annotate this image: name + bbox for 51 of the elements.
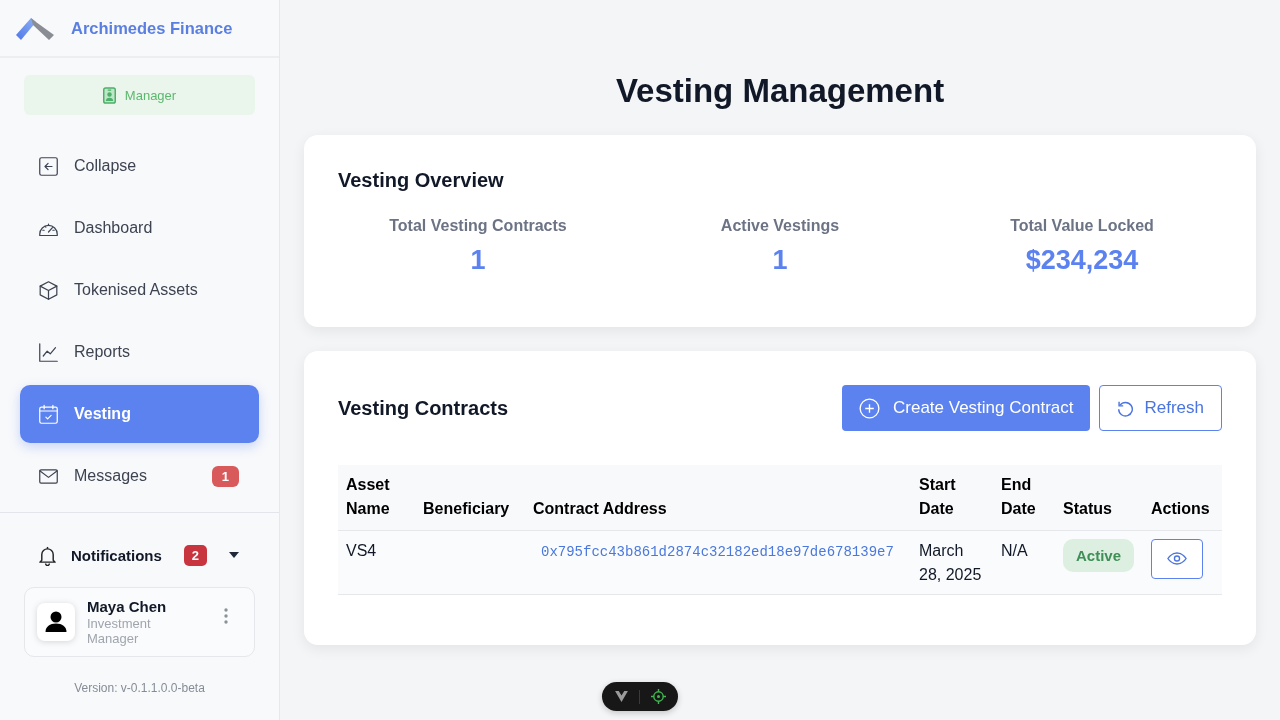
id-card-icon bbox=[102, 86, 116, 104]
nav-item[interactable]: Tokenised Assets bbox=[20, 261, 259, 319]
column-header: Contract Address bbox=[525, 465, 911, 530]
card-title: Vesting Contracts bbox=[338, 396, 509, 420]
plus-circle-icon bbox=[859, 397, 880, 419]
user-name: Maya Chen bbox=[87, 598, 168, 615]
chevron-logo-icon bbox=[16, 15, 54, 40]
line-chart-icon bbox=[38, 341, 59, 363]
count-badge: 2 bbox=[183, 544, 208, 566]
status-tag: Active bbox=[1063, 538, 1135, 572]
table-cell: N/A bbox=[993, 530, 1055, 594]
table-cell: VS4 bbox=[338, 530, 415, 594]
user-role: Investment Manager bbox=[87, 616, 152, 646]
stat-value: 1 bbox=[470, 244, 486, 277]
role-label: Manager bbox=[124, 87, 177, 103]
caret-down-icon bbox=[229, 552, 239, 558]
version-text: Version: v-0.1.1.0.0-beta bbox=[73, 681, 206, 695]
column-header: Asset Name bbox=[338, 465, 415, 530]
card-title: Vesting Overview bbox=[338, 168, 505, 192]
view-button[interactable] bbox=[1151, 538, 1203, 579]
eye-icon bbox=[1167, 552, 1187, 565]
bell-icon bbox=[38, 544, 57, 566]
column-header: Actions bbox=[1143, 465, 1222, 530]
nav-item[interactable]: Collapse bbox=[20, 137, 259, 195]
nav-item[interactable]: Dashboard bbox=[20, 199, 259, 257]
notifications-toggle[interactable]: Notifications 2 bbox=[24, 535, 255, 575]
refresh-button[interactable]: Refresh bbox=[1099, 385, 1222, 431]
v-shape-icon[interactable] bbox=[614, 691, 628, 702]
cube-icon bbox=[38, 279, 59, 301]
column-header: End Date bbox=[993, 465, 1055, 530]
count-badge: 1 bbox=[211, 465, 239, 487]
table-cell: March 28, 2025 bbox=[911, 530, 993, 594]
crosshair-icon[interactable] bbox=[650, 689, 666, 704]
calendar-check-icon bbox=[38, 403, 59, 425]
arrow-square-icon bbox=[38, 155, 59, 177]
column-header: Status bbox=[1055, 465, 1143, 530]
nav-item[interactable]: Vesting bbox=[20, 385, 259, 443]
kebab-menu-icon[interactable] bbox=[224, 608, 228, 624]
column-header: Start Date bbox=[911, 465, 993, 530]
nav-item[interactable]: Messages 1 bbox=[20, 447, 259, 505]
stat-value: $234,234 bbox=[1025, 244, 1139, 277]
brand-name: Archimedes Finance bbox=[71, 18, 233, 38]
stat-label: Total Vesting Contracts bbox=[389, 216, 567, 236]
nav-item[interactable]: Reports bbox=[20, 323, 259, 381]
stat-label: Active Vestings bbox=[720, 216, 840, 236]
create-button[interactable]: Create Vesting Contract bbox=[842, 385, 1091, 431]
stat-label: Total Value Locked bbox=[1010, 216, 1154, 236]
refresh-icon bbox=[1117, 399, 1135, 417]
page-title: Vesting Management bbox=[614, 71, 946, 111]
column-header: Beneficiary bbox=[415, 465, 525, 530]
stat-value: 1 bbox=[772, 244, 788, 277]
